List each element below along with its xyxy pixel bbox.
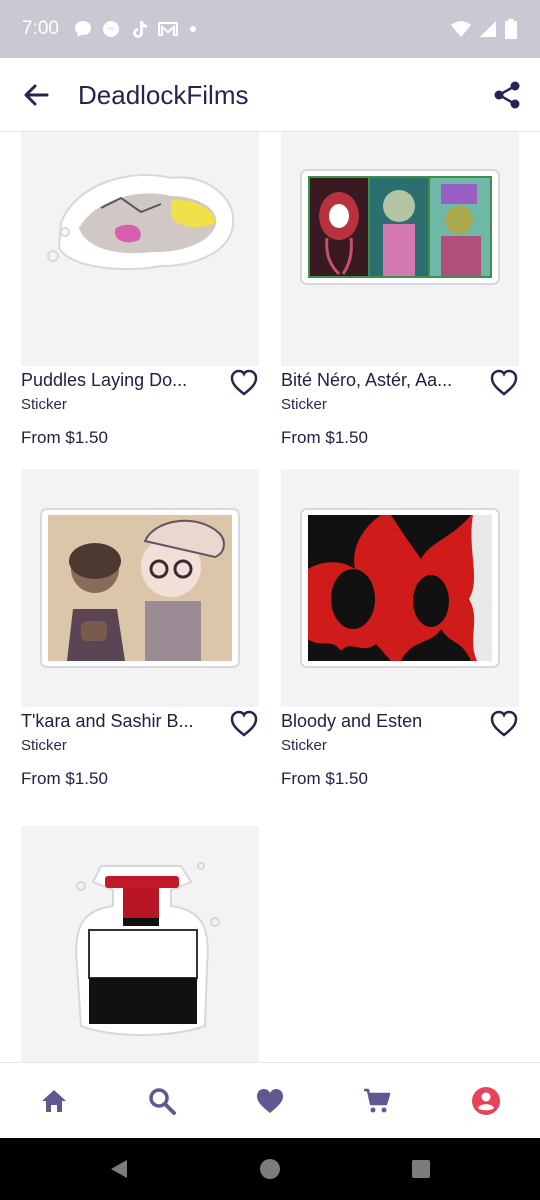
product-price: From $1.50: [21, 428, 108, 447]
tiktok-icon: [132, 21, 147, 38]
product-name[interactable]: T'kara and Sashir B...: [21, 711, 201, 732]
product-name[interactable]: Bloody and Esten: [281, 711, 461, 732]
product-price: From $1.50: [281, 428, 368, 447]
product-image[interactable]: [21, 469, 259, 707]
cart-icon[interactable]: [361, 1085, 393, 1117]
system-home-icon[interactable]: [259, 1158, 281, 1180]
battery-icon: [505, 19, 517, 39]
bottom-navigation: [0, 1062, 540, 1139]
share-icon[interactable]: [492, 80, 522, 110]
favorite-heart-icon[interactable]: [229, 368, 259, 398]
status-bar: 7:00: [0, 0, 540, 58]
product-card[interactable]: Bloody and Esten Sticker From $1.50: [281, 469, 519, 788]
system-back-icon[interactable]: [108, 1158, 130, 1180]
product-type: Sticker: [281, 396, 327, 413]
favorite-heart-icon[interactable]: [489, 368, 519, 398]
status-time: 7:00: [22, 18, 59, 39]
search-icon[interactable]: [146, 1085, 178, 1117]
product-name[interactable]: Bité Néro, Astér, Aa...: [281, 370, 461, 391]
app-bar: DeadlockFilms: [0, 58, 540, 132]
arrow-back-icon[interactable]: [22, 81, 50, 109]
gmail-icon: [157, 22, 178, 36]
product-image[interactable]: [281, 132, 519, 366]
dot-icon: [189, 26, 196, 32]
signal-icon: [480, 21, 496, 37]
home-icon[interactable]: [38, 1085, 70, 1117]
favorite-heart-icon[interactable]: [229, 709, 259, 739]
product-card[interactable]: Bité Néro, Astér, Aa... Sticker From $1.…: [281, 132, 519, 447]
product-price: From $1.50: [21, 769, 108, 788]
system-navigation-bar: [0, 1138, 540, 1200]
messenger-icon: [102, 21, 119, 37]
product-name[interactable]: Puddles Laying Do...: [21, 370, 201, 391]
product-grid: Puddles Laying Do... Sticker From $1.50: [0, 132, 540, 1062]
product-type: Sticker: [281, 737, 327, 754]
heart-icon[interactable]: [254, 1085, 286, 1117]
product-type: Sticker: [21, 396, 67, 413]
product-card[interactable]: T'kara and Sashir B... Sticker From $1.5…: [21, 469, 259, 788]
wifi-icon: [451, 21, 471, 37]
product-price: From $1.50: [281, 769, 368, 788]
favorite-heart-icon[interactable]: [489, 709, 519, 739]
page-title: DeadlockFilms: [78, 80, 249, 110]
product-card[interactable]: [21, 826, 259, 1062]
product-image[interactable]: [21, 132, 259, 366]
chat-bubble-icon: [74, 21, 91, 37]
account-icon[interactable]: [470, 1085, 502, 1117]
product-image[interactable]: [21, 826, 259, 1062]
product-type: Sticker: [21, 737, 67, 754]
system-recents-icon[interactable]: [411, 1159, 431, 1179]
product-card[interactable]: Puddles Laying Do... Sticker From $1.50: [21, 132, 259, 447]
product-image[interactable]: [281, 469, 519, 707]
